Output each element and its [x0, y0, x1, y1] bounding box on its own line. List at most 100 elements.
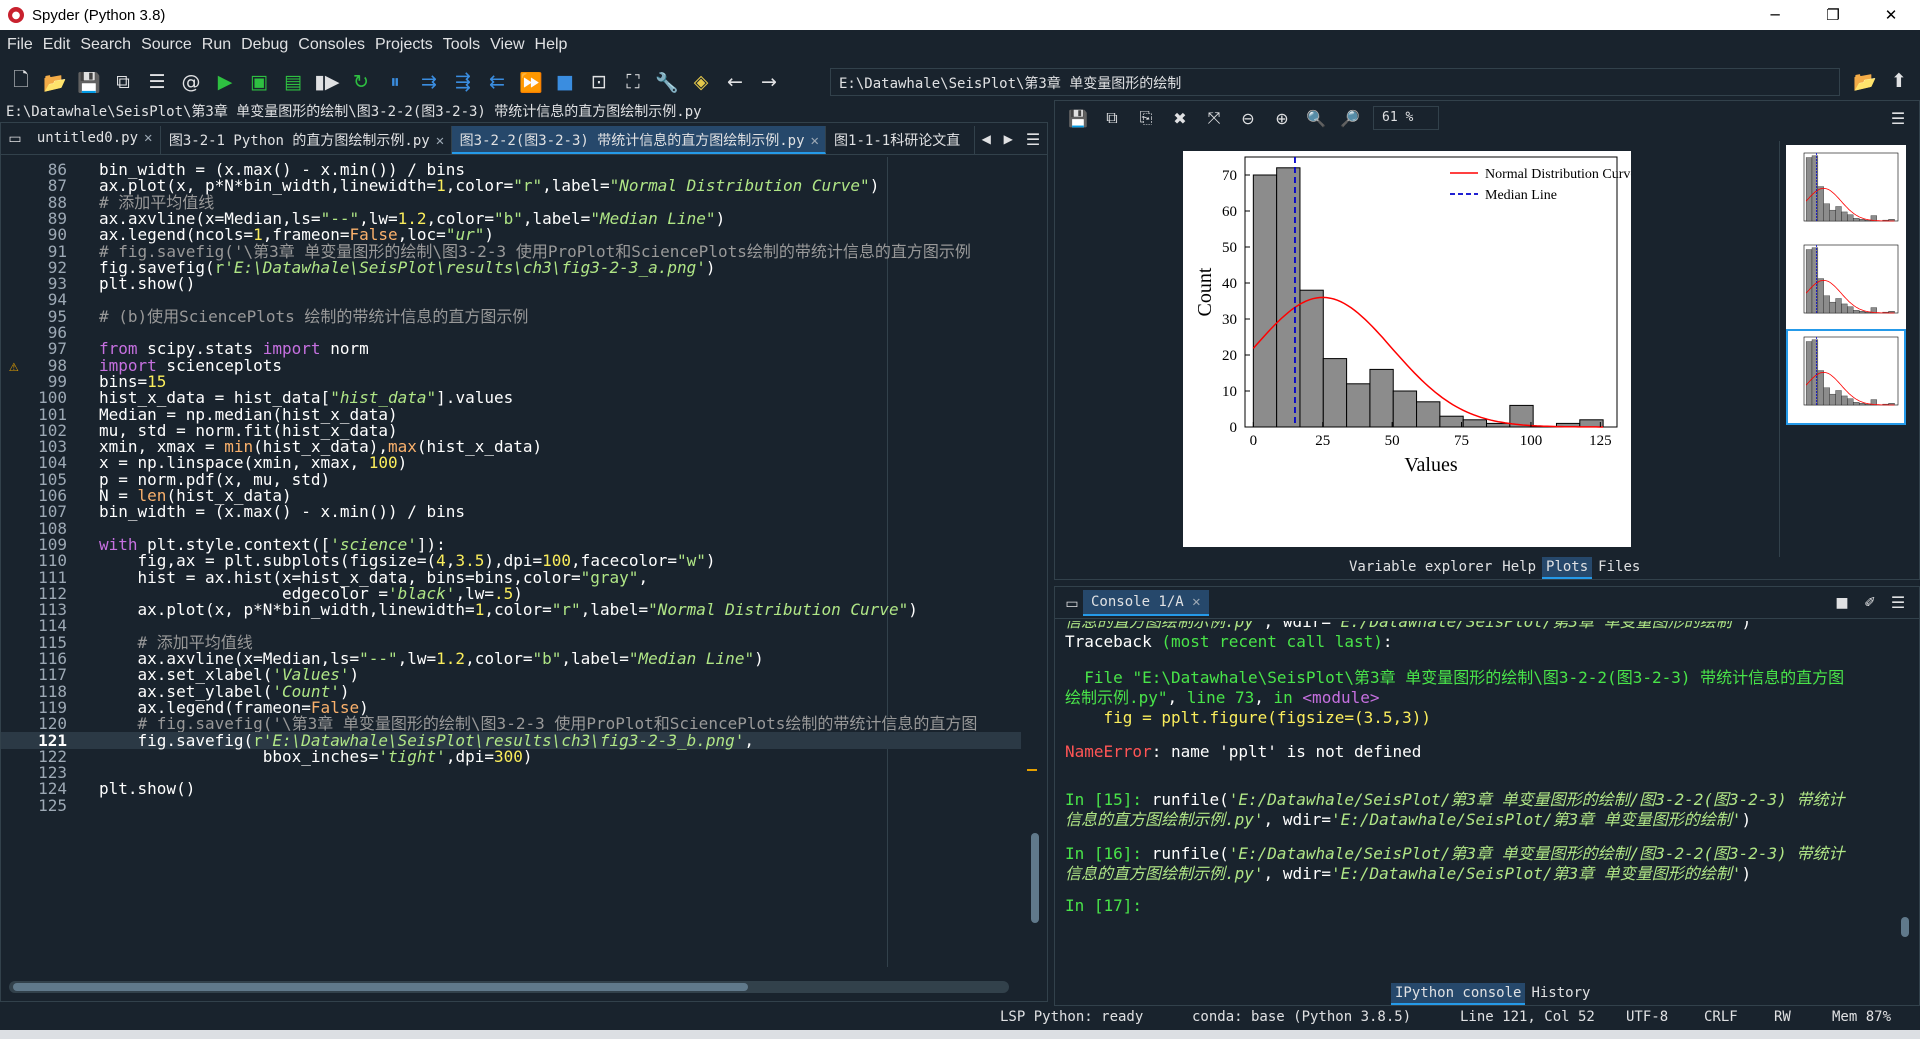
legend-curve-label: Normal Distribution Curve	[1485, 167, 1631, 182]
save-plot-icon[interactable]: 💾	[1063, 103, 1093, 133]
editor-options-icon[interactable]: ☰	[1021, 124, 1045, 154]
spyder-logo-icon: ●	[8, 7, 24, 23]
tab-help[interactable]: Help	[1498, 557, 1541, 579]
maximize-icon[interactable]: ❐	[1804, 0, 1862, 30]
editor-horizontal-scrollbar[interactable]	[9, 981, 1009, 993]
back-arrow-icon[interactable]: ←	[720, 67, 750, 97]
zoom-level[interactable]: 61 %	[1373, 106, 1439, 130]
zoom-in-icon[interactable]: 🔎	[1335, 103, 1365, 133]
thumbnail-bar	[1847, 306, 1854, 314]
tab-variable-explorer[interactable]: Variable explorer	[1345, 557, 1497, 579]
previous-plot-icon[interactable]: ⊖	[1233, 103, 1263, 133]
console-tabs: ▭ Console 1/A ✕ ■ ✐ ☰	[1055, 587, 1919, 619]
histogram-bar	[1346, 383, 1371, 428]
parent-dir-icon[interactable]: ⬆	[1884, 66, 1914, 96]
browse-consoles-icon[interactable]: ▭	[1057, 589, 1087, 619]
menu-view[interactable]: View	[490, 36, 524, 54]
plots-pane: 💾 ⧉ ⎘ ✖ ⤧ ⊖ ⊕ 🔍 🔎 61 % ☰ 0 25 50 75 100 125 0 1…	[1054, 100, 1920, 580]
code-area[interactable]: 86 bin_width = (x.max() - x.min()) / bins…	[1, 157, 1047, 967]
close-tab-icon[interactable]: ✕	[144, 130, 152, 146]
clear-console-icon[interactable]: ✐	[1855, 588, 1885, 618]
debug-icon[interactable]: ⏸	[380, 67, 410, 97]
run-selection-icon[interactable]: ▮▶	[312, 67, 342, 97]
code-line: 117 ax.set_xlabel('Values')	[38, 665, 360, 685]
tab-plots[interactable]: Plots	[1542, 557, 1593, 579]
tab-files[interactable]: Files	[1594, 557, 1645, 579]
open-file-icon[interactable]: 📂	[40, 67, 70, 97]
interrupt-kernel-icon[interactable]: ■	[1827, 588, 1857, 618]
continue-icon[interactable]: ⏩	[516, 67, 546, 97]
plot-thumbnail[interactable]	[1786, 329, 1906, 425]
maximize-pane-icon[interactable]: ⊡	[584, 67, 614, 97]
histogram-bar	[1486, 422, 1511, 428]
close-tab-icon[interactable]: ✕	[811, 133, 819, 149]
lsp-status: LSP Python: ready	[1000, 1009, 1144, 1025]
save-all-icon[interactable]: ⧉	[108, 67, 138, 97]
save-icon[interactable]: 💾	[74, 67, 104, 97]
minimize-icon[interactable]: ─	[1746, 0, 1804, 30]
menu-projects[interactable]: Projects	[375, 36, 433, 54]
code-line: 95 # (b)使用SciencePlots 绘制的带统计信息的直方图示例	[47, 306, 529, 326]
new-file-icon[interactable]: 🗋	[6, 67, 36, 97]
thumbnail-bar	[1835, 206, 1842, 222]
y-tick-label: 10	[1222, 384, 1237, 400]
menu-edit[interactable]: Edit	[43, 36, 71, 54]
code-line: 122 bbox_inches='tight',dpi=300)	[38, 746, 533, 766]
browse-tabs-icon[interactable]: ▭	[3, 124, 27, 154]
menu-run[interactable]: Run	[202, 36, 231, 54]
console-options-icon[interactable]: ☰	[1883, 588, 1913, 618]
console-output[interactable]: 信息的直方图绘制示例.py', wdir='E:/Datawhale/SeisP…	[1065, 621, 1895, 971]
save-all-plots-icon[interactable]: ⧉	[1097, 103, 1127, 133]
run-cell-advance-icon[interactable]: ▤	[278, 67, 308, 97]
menu-file[interactable]: File	[7, 36, 33, 54]
close-tab-icon[interactable]: ✕	[436, 133, 444, 149]
histogram-bar	[1462, 419, 1488, 428]
outline-icon[interactable]: ☰	[142, 67, 172, 97]
tab-console-1a[interactable]: Console 1/A ✕	[1083, 589, 1209, 616]
close-console-icon[interactable]: ✕	[1192, 594, 1200, 610]
menu-tools[interactable]: Tools	[443, 36, 480, 54]
close-icon[interactable]: ✕	[1862, 0, 1920, 30]
remove-plot-icon[interactable]: ✖	[1165, 103, 1195, 133]
run-cell-icon[interactable]: ▣	[244, 67, 274, 97]
forward-arrow-icon[interactable]: →	[754, 67, 784, 97]
at-icon[interactable]: @	[176, 67, 206, 97]
step-icon[interactable]: ⇉	[414, 67, 444, 97]
window-title: Spyder (Python 3.8)	[32, 6, 166, 24]
tab-fig3-2-1[interactable]: 图3-2-1 Python 的直方图绘制示例.py ✕	[161, 126, 452, 154]
next-plot-icon[interactable]: ⊕	[1267, 103, 1297, 133]
scroll-tabs-left-icon[interactable]: ◀	[977, 124, 995, 154]
editor-vertical-scrollbar[interactable]	[1027, 163, 1041, 943]
preferences-icon[interactable]: 🔧	[652, 67, 682, 97]
plots-options-icon[interactable]: ☰	[1883, 103, 1913, 133]
menu-help[interactable]: Help	[535, 36, 568, 54]
tab-ipython-console[interactable]: IPython console	[1391, 983, 1526, 1005]
tab-fig1-1-1[interactable]: 图1-1-1科研论文直	[826, 126, 976, 154]
tab-history[interactable]: History	[1527, 983, 1594, 1005]
step-into-icon[interactable]: ⇶	[448, 67, 478, 97]
zoom-out-icon[interactable]: 🔍	[1301, 103, 1331, 133]
rerun-icon[interactable]: ↻	[346, 67, 376, 97]
fullscreen-icon[interactable]: ⛶	[618, 67, 648, 97]
thumbnail-bar	[1858, 403, 1866, 406]
run-icon[interactable]: ▶	[210, 67, 240, 97]
plot-thumbnail[interactable]	[1786, 145, 1906, 241]
step-return-icon[interactable]: ⇇	[482, 67, 512, 97]
plot-thumbnail[interactable]	[1786, 237, 1906, 333]
histogram-bar	[1252, 174, 1278, 428]
menu-debug[interactable]: Debug	[241, 36, 288, 54]
remove-all-plots-icon[interactable]: ⤧	[1199, 103, 1229, 133]
menu-source[interactable]: Source	[141, 36, 192, 54]
menu-search[interactable]: Search	[80, 36, 131, 54]
tab-fig3-2-2[interactable]: 图3-2-2(图3-2-3) 带统计信息的直方图绘制示例.py ✕	[451, 126, 827, 154]
menu-consoles[interactable]: Consoles	[298, 36, 365, 54]
copy-plot-icon[interactable]: ⎘	[1131, 103, 1161, 133]
python-path-icon[interactable]: ◈	[686, 67, 716, 97]
stop-icon[interactable]: ■	[550, 67, 580, 97]
working-directory-input[interactable]: E:\Datawhale\SeisPlot\第3章 单变量图形的绘制	[830, 68, 1840, 96]
console-scrollbar[interactable]	[1899, 627, 1911, 967]
tab-untitled0[interactable]: untitled0.py ✕	[29, 126, 161, 154]
browse-folder-icon[interactable]: 📂	[1850, 66, 1880, 96]
thumbnail-bar	[1847, 214, 1854, 222]
scroll-tabs-right-icon[interactable]: ▶	[999, 124, 1017, 154]
